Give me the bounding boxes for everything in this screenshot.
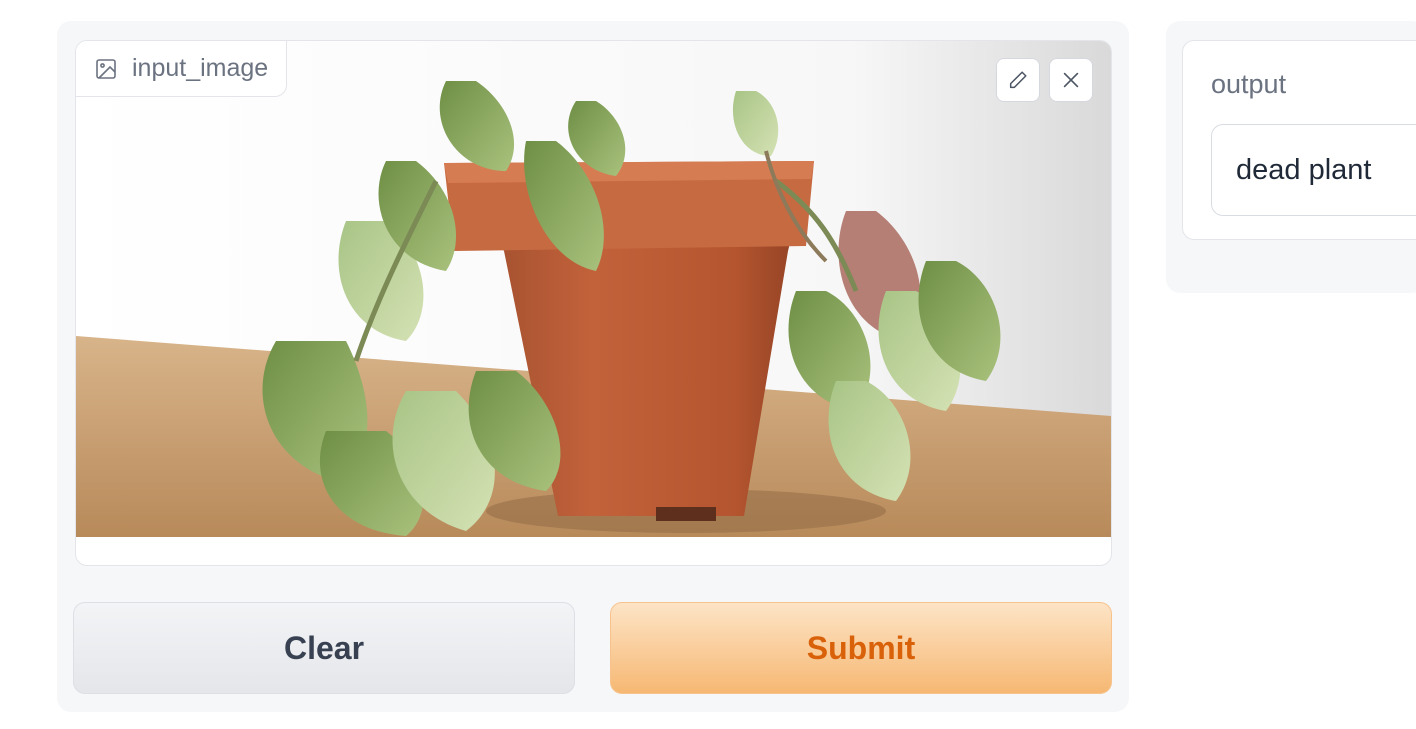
uploaded-image[interactable] bbox=[76, 41, 1111, 537]
output-block: output dead plant bbox=[1182, 40, 1416, 240]
remove-image-button[interactable] bbox=[1049, 58, 1093, 102]
clear-button[interactable]: Clear bbox=[73, 602, 575, 694]
edit-image-button[interactable] bbox=[996, 58, 1040, 102]
input-panel: input_image Clear Submit bbox=[57, 21, 1129, 712]
image-icon bbox=[94, 57, 118, 81]
pencil-icon bbox=[1007, 69, 1029, 91]
image-input-block: input_image bbox=[75, 40, 1112, 566]
image-input-label: input_image bbox=[132, 54, 269, 82]
output-textbox[interactable]: dead plant bbox=[1211, 124, 1416, 216]
output-panel: output dead plant bbox=[1166, 21, 1416, 293]
submit-button[interactable]: Submit bbox=[610, 602, 1112, 694]
image-input-label-tab: input_image bbox=[76, 41, 288, 97]
output-label: output bbox=[1211, 69, 1287, 99]
close-icon bbox=[1060, 69, 1082, 91]
